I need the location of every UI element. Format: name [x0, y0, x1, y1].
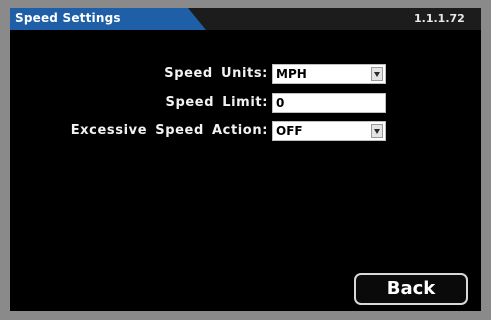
page-title: Speed Settings [15, 11, 121, 25]
speed-units-value: MPH [276, 67, 307, 81]
screen: Speed Settings 1.1.1.72 Speed Units: MPH… [10, 8, 481, 311]
title-bar: Speed Settings 1.1.1.72 [10, 8, 481, 30]
speed-units-row: Speed Units: MPH [10, 64, 481, 84]
chevron-down-icon[interactable] [371, 124, 383, 138]
chevron-down-icon[interactable] [371, 67, 383, 81]
speed-limit-value: 0 [276, 96, 285, 110]
version-label: 1.1.1.72 [414, 12, 465, 25]
back-button[interactable]: Back [354, 273, 468, 305]
speed-units-select[interactable]: MPH [272, 64, 386, 84]
dropdown-arrow-shape [374, 72, 380, 77]
speed-units-label: Speed Units: [164, 66, 268, 81]
excessive-speed-action-select[interactable]: OFF [272, 121, 386, 141]
excessive-speed-action-label: Excessive Speed Action: [70, 123, 268, 138]
speed-limit-row: Speed Limit: 0 [10, 93, 481, 113]
dropdown-arrow-shape [374, 129, 380, 134]
speed-limit-input[interactable]: 0 [272, 93, 386, 113]
excessive-speed-action-row: Excessive Speed Action: OFF [10, 121, 481, 141]
speed-limit-label: Speed Limit: [165, 95, 268, 110]
excessive-speed-action-value: OFF [276, 124, 303, 138]
